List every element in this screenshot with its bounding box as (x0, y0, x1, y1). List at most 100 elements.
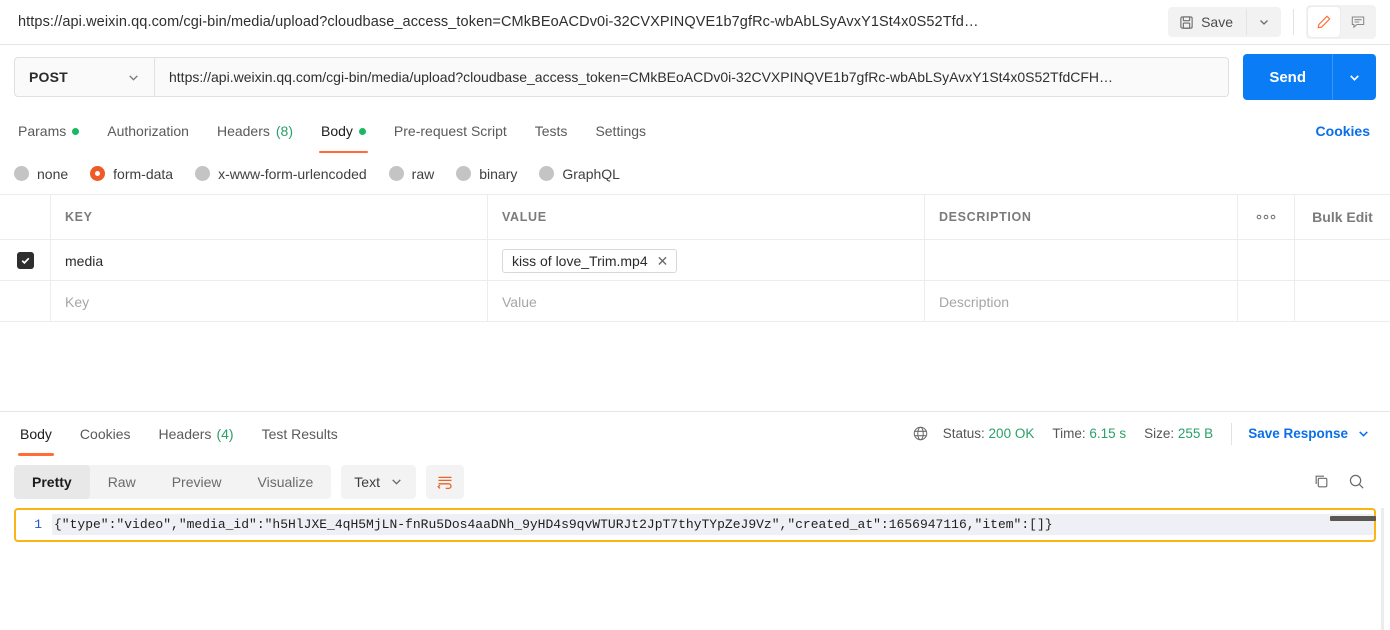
header-cell-key: KEY (51, 195, 488, 239)
tab-params[interactable]: Params (14, 109, 93, 153)
tab-headers-count: (8) (275, 123, 293, 139)
tab-headers-label: Headers (216, 123, 270, 139)
empty-row-value-input[interactable]: Value (488, 281, 925, 322)
response-tab-cookies[interactable]: Cookies (66, 412, 145, 456)
url-input[interactable]: https://api.weixin.qq.com/cgi-bin/media/… (154, 57, 1230, 97)
cookies-link[interactable]: Cookies (1316, 109, 1376, 153)
response-format-bar: Pretty Raw Preview Visualize Text (0, 456, 1390, 508)
empty-row-checkbox[interactable] (0, 281, 51, 322)
floppy-disk-icon (1179, 15, 1194, 30)
response-tabs: Body Cookies Headers (4) Test Results St… (0, 412, 1390, 456)
response-tab-test-results[interactable]: Test Results (248, 412, 352, 456)
size-label: Size: (1144, 426, 1175, 441)
url-bar: POST https://api.weixin.qq.com/cgi-bin/m… (0, 45, 1390, 109)
checkbox-checked-icon (16, 252, 34, 269)
http-method-label: POST (29, 69, 68, 85)
response-tab-cookies-label: Cookies (79, 425, 131, 442)
radio-icon (539, 166, 555, 181)
body-type-form-data[interactable]: form-data (90, 166, 195, 182)
tab-headers[interactable]: Headers (8) (203, 109, 307, 153)
body-type-graphql[interactable]: GraphQL (539, 166, 642, 182)
tab-settings[interactable]: Settings (581, 109, 660, 153)
time-label: Time: (1052, 426, 1086, 441)
view-preview[interactable]: Preview (154, 465, 240, 499)
chevron-down-icon (1357, 427, 1370, 440)
empty-row-description-input[interactable]: Description (925, 281, 1238, 322)
response-tab-headers-count: (4) (216, 425, 234, 442)
close-icon[interactable]: ✕ (657, 254, 669, 268)
request-tabs: Params Authorization Headers (8) Body Pr… (0, 109, 1390, 153)
meta-divider (1231, 422, 1233, 445)
empty-row-options[interactable] (1238, 281, 1295, 322)
toolbar-divider (1293, 9, 1294, 35)
save-response-label: Save Response (1248, 426, 1348, 441)
tab-settings-label: Settings (595, 123, 647, 139)
search-icon[interactable] (1347, 472, 1366, 491)
body-type-graphql-label: GraphQL (562, 165, 620, 182)
row-value-file[interactable]: kiss of love_Trim.mp4 ✕ (488, 240, 925, 281)
body-type-raw[interactable]: raw (388, 166, 457, 182)
tab-pre-request-script-label: Pre-request Script (393, 123, 507, 139)
save-response-button[interactable]: Save Response (1248, 426, 1376, 441)
time-item: Time: 6.15 s (1052, 426, 1144, 441)
empty-row-key-input[interactable]: Key (51, 281, 488, 322)
response-language-select[interactable]: Text (341, 464, 416, 499)
bulk-edit-button[interactable]: Bulk Edit (1295, 195, 1390, 239)
row-checkbox[interactable] (0, 240, 51, 281)
response-tab-headers[interactable]: Headers (4) (145, 412, 248, 456)
view-pretty[interactable]: Pretty (14, 464, 90, 499)
modified-dot-icon (358, 127, 366, 135)
top-bar: https://api.weixin.qq.com/cgi-bin/media/… (0, 0, 1390, 45)
tab-params-label: Params (18, 123, 67, 139)
send-button[interactable]: Send (1243, 54, 1332, 100)
top-icon-group (1306, 5, 1376, 39)
save-options-button[interactable] (1246, 9, 1281, 35)
comments-button[interactable] (1342, 7, 1374, 37)
response-code-box[interactable]: 1 {"type":"video","media_id":"h5HlJXE_4q… (14, 507, 1376, 542)
tab-pre-request-script[interactable]: Pre-request Script (380, 109, 521, 153)
file-chip[interactable]: kiss of love_Trim.mp4 ✕ (502, 248, 678, 273)
tab-tests-label: Tests (534, 123, 568, 139)
view-visualize[interactable]: Visualize (240, 465, 332, 499)
row-key-input[interactable]: media (51, 240, 488, 281)
response-scrollbar-track[interactable] (1381, 507, 1384, 630)
body-type-none-label: none (37, 165, 69, 182)
body-type-x-www-form-urlencoded-label: x-www-form-urlencoded (218, 165, 367, 182)
line-number: 1 (34, 517, 42, 532)
status-label: Status: (942, 426, 985, 441)
horizontal-scrollbar-thumb[interactable] (1330, 515, 1376, 521)
request-tab-list: Params Authorization Headers (8) Body Pr… (14, 109, 660, 153)
view-raw[interactable]: Raw (90, 465, 154, 499)
chevron-down-icon (390, 475, 403, 488)
tab-body[interactable]: Body (307, 109, 380, 153)
table-options-button[interactable] (1238, 195, 1295, 239)
send-options-button[interactable] (1332, 54, 1376, 100)
body-type-binary[interactable]: binary (456, 166, 539, 182)
chevron-down-icon (1258, 16, 1270, 28)
radio-icon (14, 166, 29, 181)
tab-tests[interactable]: Tests (521, 109, 582, 153)
response-tab-headers-label: Headers (158, 425, 212, 442)
chevron-down-icon (1348, 71, 1361, 84)
row-description-input[interactable] (925, 240, 1238, 281)
copy-icon[interactable] (1312, 472, 1331, 491)
save-button-label: Save (1201, 14, 1233, 30)
radio-icon (456, 166, 472, 181)
ellipsis-icon (1255, 213, 1277, 221)
body-type-x-www-form-urlencoded[interactable]: x-www-form-urlencoded (195, 166, 389, 182)
table-row: media kiss of love_Trim.mp4 ✕ (0, 240, 1390, 281)
edit-request-button[interactable] (1308, 7, 1340, 37)
body-type-none[interactable]: none (14, 166, 90, 182)
word-wrap-button[interactable] (425, 464, 464, 499)
globe-icon[interactable] (912, 425, 943, 442)
http-method-select[interactable]: POST (14, 57, 154, 97)
save-button[interactable]: Save (1168, 7, 1246, 37)
tab-authorization[interactable]: Authorization (93, 109, 203, 153)
row-options[interactable] (1238, 240, 1295, 281)
header-cell-value: VALUE (488, 195, 925, 239)
response-tools (1312, 472, 1376, 491)
request-title: https://api.weixin.qq.com/cgi-bin/media/… (18, 14, 979, 30)
radio-selected-icon (90, 166, 106, 181)
response-tab-body[interactable]: Body (14, 412, 66, 456)
response-view-segment: Pretty Raw Preview Visualize (14, 464, 332, 499)
